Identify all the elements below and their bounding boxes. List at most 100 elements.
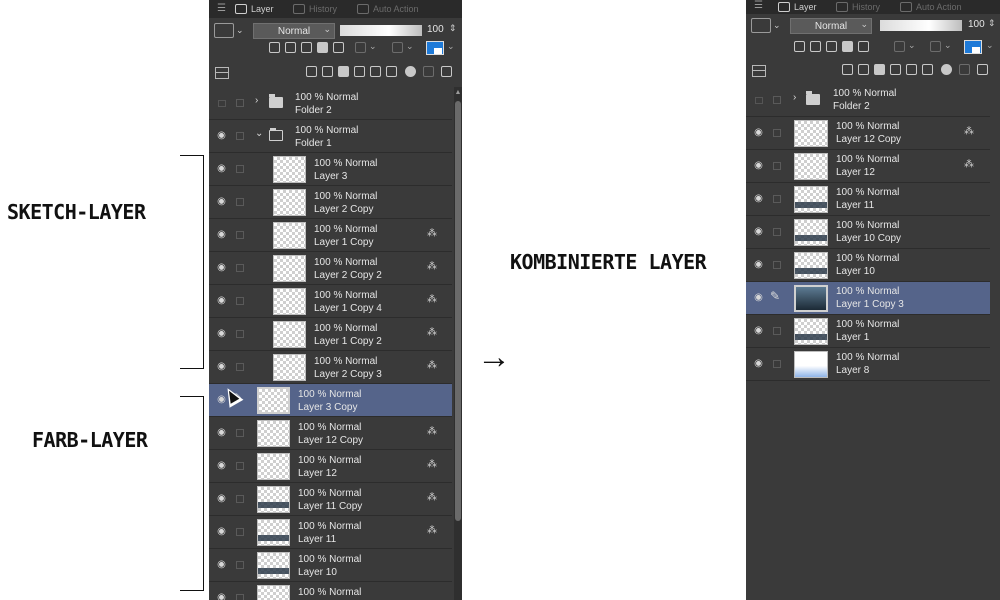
- layer-row[interactable]: ◉ 100 % Normal Layer 11: [746, 183, 990, 216]
- ruler-icon[interactable]: [392, 42, 403, 53]
- lock-checkbox[interactable]: [236, 528, 244, 536]
- lock-checkbox[interactable]: [773, 162, 781, 170]
- create-mask-icon[interactable]: [941, 64, 952, 75]
- duplicate-icon[interactable]: [922, 64, 933, 75]
- panel-menu-icon[interactable]: ☰: [217, 3, 226, 14]
- layer-row[interactable]: ◉ 100 % Normal Layer 8: [746, 348, 990, 381]
- duplicate-icon[interactable]: [386, 66, 397, 77]
- reference-layer-icon[interactable]: [810, 41, 821, 52]
- chevron-down-icon[interactable]: ⌄: [369, 41, 377, 52]
- new-folder-icon[interactable]: [338, 66, 349, 77]
- visibility-eye-icon[interactable]: ◉: [216, 295, 227, 306]
- chevron-right-icon[interactable]: ›: [255, 95, 258, 106]
- folder-row[interactable]: ◉ ⌄ 100 % Normal Folder 1: [209, 120, 452, 153]
- panel-menu-icon[interactable]: ☰: [754, 0, 763, 11]
- layer-row[interactable]: ◉ 100 % Normal Layer 1 Copy 2 ⁂: [209, 318, 452, 351]
- layer-row[interactable]: ◉ 100 % Normal Layer 1 Copy ⁂: [209, 219, 452, 252]
- visibility-eye-icon[interactable]: ◉: [753, 193, 764, 204]
- draft-layer-icon[interactable]: [826, 41, 837, 52]
- opacity-slider[interactable]: [880, 20, 962, 31]
- chevron-down-icon[interactable]: ⌄: [236, 25, 244, 36]
- merge-down-icon[interactable]: [370, 66, 381, 77]
- opacity-spinner[interactable]: ⇕: [449, 23, 457, 34]
- layer-row[interactable]: ◉ 100 % Normal Layer 10: [746, 249, 990, 282]
- lock-checkbox[interactable]: [236, 165, 244, 173]
- layer-list-scrollbar[interactable]: ▲: [454, 87, 462, 600]
- lock-checkbox[interactable]: [773, 228, 781, 236]
- visibility-eye-icon[interactable]: ◉: [753, 259, 764, 270]
- lock-checkbox[interactable]: [773, 195, 781, 203]
- apply-mask-icon[interactable]: [423, 66, 434, 77]
- lock-checkbox[interactable]: [773, 261, 781, 269]
- trash-icon[interactable]: [441, 66, 452, 77]
- chevron-down-icon[interactable]: ⌄: [406, 41, 414, 52]
- layer-row[interactable]: ◉ 100 % Normal Layer 2 Copy: [209, 186, 452, 219]
- lock-checkbox[interactable]: [236, 561, 244, 569]
- layer-color-button[interactable]: [964, 40, 982, 54]
- layer-row[interactable]: ◉ 100 % Normal Layer 12 Copy ⁂: [746, 117, 990, 150]
- create-mask-icon[interactable]: [405, 66, 416, 77]
- layer-row[interactable]: ◉ 100 % Normal Layer 11 Copy ⁂: [209, 483, 452, 516]
- visibility-eye-icon[interactable]: ◉: [216, 262, 227, 273]
- lock-checkbox[interactable]: [236, 264, 244, 272]
- layer-color-swatch[interactable]: [214, 23, 234, 38]
- lock-icon[interactable]: [842, 41, 853, 52]
- layer-row[interactable]: ◉ 100 % NormalLayer 1 Copy 3: [209, 582, 452, 600]
- visibility-eye-icon[interactable]: ◉: [216, 592, 227, 600]
- visibility-eye-icon[interactable]: [216, 97, 227, 108]
- chevron-right-icon[interactable]: ›: [793, 92, 796, 103]
- mask-icon[interactable]: [355, 42, 366, 53]
- visibility-eye-icon[interactable]: ◉: [216, 163, 227, 174]
- layer-row[interactable]: ◉ 100 % Normal Layer 12 Copy ⁂: [209, 417, 452, 450]
- ruler-icon[interactable]: [930, 41, 941, 52]
- layer-row[interactable]: ◉ 100 % Normal Layer 1 Copy 4 ⁂: [209, 285, 452, 318]
- apply-mask-icon[interactable]: [959, 64, 970, 75]
- reference-layer-icon[interactable]: [285, 42, 296, 53]
- lock-transparent-icon[interactable]: [333, 42, 344, 53]
- layer-row[interactable]: ◉ 100 % Normal Layer 12 ⁂: [209, 450, 452, 483]
- new-vector-layer-icon[interactable]: [858, 64, 869, 75]
- visibility-eye-icon[interactable]: ◉: [753, 127, 764, 138]
- mask-icon[interactable]: [894, 41, 905, 52]
- layer-row[interactable]: ◉ 100 % Normal Layer 10 Copy: [746, 216, 990, 249]
- lock-checkbox[interactable]: [773, 360, 781, 368]
- layer-row[interactable]: ◉ 100 % Normal Layer 2 Copy 2 ⁂: [209, 252, 452, 285]
- lock-icon[interactable]: [317, 42, 328, 53]
- clipping-icon[interactable]: [794, 41, 805, 52]
- lock-checkbox[interactable]: [236, 330, 244, 338]
- visibility-eye-icon[interactable]: ◉: [216, 361, 227, 372]
- panel-layout-icon[interactable]: [215, 67, 229, 79]
- tab-layer[interactable]: Layer: [235, 0, 274, 18]
- lock-checkbox[interactable]: [773, 327, 781, 335]
- new-folder-icon[interactable]: [874, 64, 885, 75]
- layer-color-button[interactable]: [426, 41, 444, 55]
- lock-transparent-icon[interactable]: [858, 41, 869, 52]
- opacity-spinner[interactable]: ⇕: [988, 18, 996, 29]
- lock-checkbox[interactable]: [236, 363, 244, 371]
- lock-checkbox[interactable]: [236, 99, 244, 107]
- tab-auto-action[interactable]: Auto Action: [900, 0, 962, 14]
- visibility-eye-icon[interactable]: ◉: [216, 526, 227, 537]
- merge-down-icon[interactable]: [906, 64, 917, 75]
- tab-history[interactable]: History: [836, 0, 880, 14]
- visibility-eye-icon[interactable]: ◉: [216, 427, 227, 438]
- clipping-icon[interactable]: [269, 42, 280, 53]
- layer-row[interactable]: ◉ 100 % Normal Layer 3: [209, 153, 452, 186]
- scroll-thumb[interactable]: [455, 101, 461, 521]
- blend-mode-select[interactable]: Normal ⌄: [253, 23, 335, 39]
- visibility-eye-icon[interactable]: ◉: [753, 226, 764, 237]
- opacity-value[interactable]: 100: [968, 19, 985, 30]
- visibility-eye-icon[interactable]: ◉: [753, 160, 764, 171]
- visibility-eye-icon[interactable]: [753, 94, 764, 105]
- visibility-eye-icon[interactable]: ◉: [216, 229, 227, 240]
- tab-auto-action[interactable]: Auto Action: [357, 0, 419, 18]
- draft-layer-icon[interactable]: [301, 42, 312, 53]
- layer-row[interactable]: ◉ 100 % Normal Layer 11 ⁂: [209, 516, 452, 549]
- new-raster-layer-icon[interactable]: [306, 66, 317, 77]
- chevron-down-icon[interactable]: ⌄: [944, 40, 952, 51]
- lock-checkbox[interactable]: [236, 198, 244, 206]
- opacity-slider[interactable]: [340, 25, 422, 36]
- chevron-down-icon[interactable]: ⌄: [255, 128, 263, 139]
- visibility-eye-icon[interactable]: ◉: [216, 493, 227, 504]
- layer-color-swatch[interactable]: [751, 18, 771, 33]
